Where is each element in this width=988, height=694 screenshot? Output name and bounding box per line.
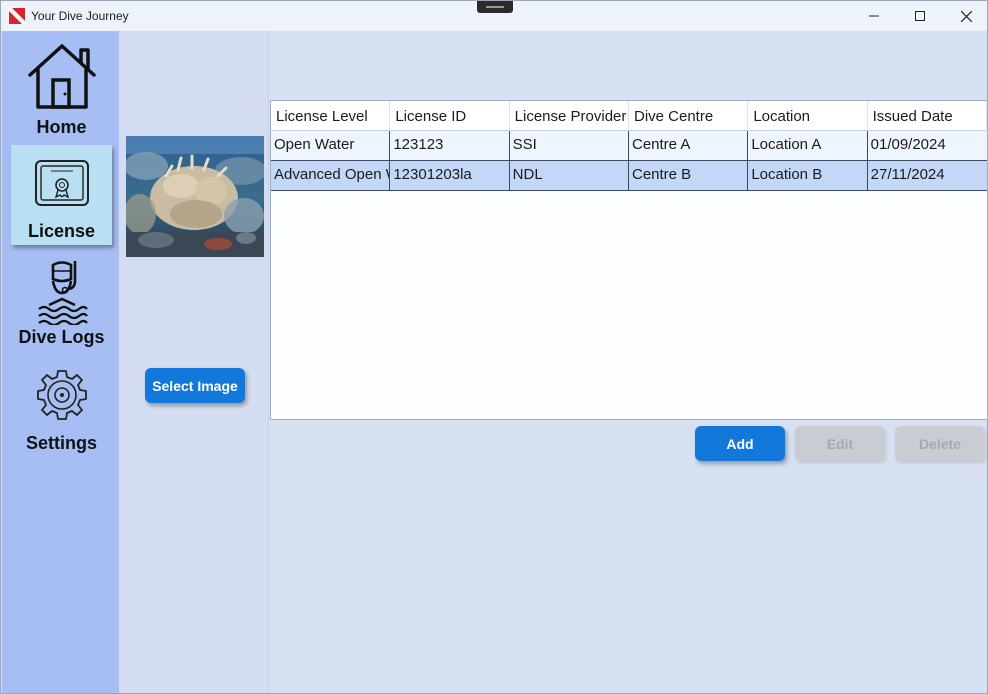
close-icon: [960, 10, 972, 22]
table-cell[interactable]: 123123: [390, 131, 510, 160]
column-header[interactable]: License Provider: [510, 101, 629, 131]
table-cell[interactable]: 12301203la: [390, 161, 510, 190]
certificate-icon: [34, 160, 89, 206]
minimize-icon: [869, 15, 879, 17]
table-row-selected[interactable]: Advanced Open Water 12301203la NDL Centr…: [271, 161, 987, 191]
table-cell[interactable]: 01/09/2024: [868, 131, 987, 160]
license-photo: [126, 136, 264, 257]
table-cell[interactable]: NDL: [510, 161, 629, 190]
edit-button[interactable]: Edit: [795, 426, 885, 461]
column-header[interactable]: Location: [748, 101, 868, 131]
dive-flag-icon: [9, 8, 25, 24]
column-header[interactable]: Issued Date: [868, 101, 987, 131]
table-cell[interactable]: Advanced Open Water: [271, 161, 391, 190]
minimize-button[interactable]: [851, 1, 897, 31]
main-content: License Level License ID License Provide…: [270, 31, 988, 693]
image-panel: Select Image: [119, 31, 269, 693]
sidebar-item-label: License: [27, 221, 96, 241]
title-bar[interactable]: Your Dive Journey: [1, 1, 987, 31]
table-cell[interactable]: 27/11/2024: [868, 161, 987, 190]
table-cell[interactable]: Location A: [748, 131, 868, 160]
table-header: License Level License ID License Provide…: [271, 101, 987, 131]
diver-icon: [37, 261, 88, 325]
table-cell[interactable]: SSI: [510, 131, 629, 160]
column-header[interactable]: License ID: [390, 101, 510, 131]
add-button[interactable]: Add: [695, 426, 785, 461]
table-cell[interactable]: Centre B: [629, 161, 749, 190]
maximize-icon: [915, 11, 925, 21]
app-window: Your Dive Journey Home License Dive Logs…: [0, 0, 988, 694]
sidebar-item-settings[interactable]: Settings: [11, 357, 112, 457]
license-table[interactable]: License Level License ID License Provide…: [270, 100, 988, 420]
maximize-button[interactable]: [897, 1, 943, 31]
select-image-button[interactable]: Select Image: [145, 368, 245, 403]
sidebar: Home License Dive Logs Settings: [2, 31, 119, 693]
sidebar-item-label: Dive Logs: [18, 327, 105, 347]
table-cell[interactable]: Location B: [748, 161, 868, 190]
sidebar-item-label: Home: [36, 117, 87, 137]
sidebar-item-label: Settings: [25, 433, 97, 453]
sidebar-item-dive-logs[interactable]: Dive Logs: [11, 251, 112, 351]
table-cell[interactable]: Open Water: [271, 131, 391, 160]
window-title: Your Dive Journey: [31, 9, 129, 23]
delete-button[interactable]: Delete: [895, 426, 985, 461]
column-header[interactable]: License Level: [271, 101, 391, 131]
column-header[interactable]: Dive Centre: [629, 101, 749, 131]
close-button[interactable]: [943, 1, 988, 31]
table-row[interactable]: Open Water 123123 SSI Centre A Location …: [271, 131, 987, 161]
home-icon: [27, 44, 96, 109]
sidebar-item-license[interactable]: License: [11, 145, 112, 245]
table-cell[interactable]: Centre A: [629, 131, 749, 160]
sidebar-item-home[interactable]: Home: [11, 39, 112, 139]
gear-icon: [36, 370, 87, 420]
title-grip[interactable]: [477, 1, 513, 13]
